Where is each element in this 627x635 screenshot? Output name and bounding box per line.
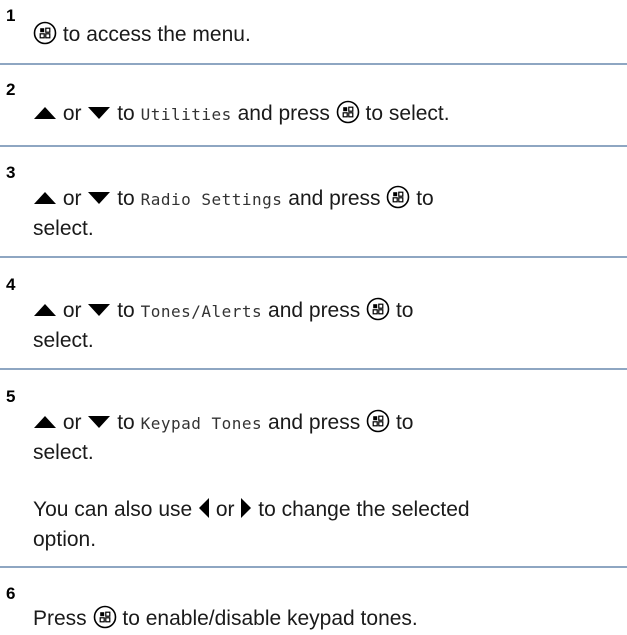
- step-text-continued: select.: [33, 324, 623, 357]
- menu-item-radio-settings: Radio Settings: [140, 190, 283, 209]
- instruction-text: to enable/disable keypad tones.: [122, 607, 418, 630]
- menu-item-utilities: Utilities: [140, 105, 232, 124]
- select-text: to select.: [365, 102, 450, 125]
- down-arrow-icon: [88, 304, 111, 316]
- up-arrow-icon: [34, 416, 56, 428]
- menu-ok-button-icon: [336, 100, 360, 124]
- to-text: to: [416, 187, 434, 210]
- or-text: or: [62, 102, 82, 125]
- or-text: or: [62, 187, 82, 210]
- step-text: or to Tones/Alerts and press to: [33, 294, 623, 328]
- down-arrow-icon: [88, 107, 111, 119]
- up-arrow-icon: [34, 192, 56, 204]
- step-text: or to Radio Settings and press to: [33, 182, 623, 216]
- up-arrow-icon: [34, 304, 56, 316]
- menu-ok-button-icon: [366, 409, 390, 433]
- select-text: select.: [33, 217, 94, 240]
- or-text: or: [215, 498, 235, 521]
- press-text: and press: [268, 299, 361, 322]
- divider: [0, 145, 627, 147]
- menu-item-tones-alerts: Tones/Alerts: [140, 302, 263, 321]
- left-arrow-icon: [199, 498, 210, 518]
- step-number: 5: [6, 387, 16, 406]
- note-text-c: option.: [33, 528, 97, 551]
- to-text: to: [117, 411, 135, 434]
- press-text: Press: [33, 607, 87, 630]
- menu-ok-button-icon: [366, 297, 390, 321]
- select-text: select.: [33, 329, 94, 352]
- step-text: Press to enable/disable keypad tones.: [33, 602, 623, 635]
- menu-ok-button-icon: [386, 185, 410, 209]
- press-text: and press: [237, 102, 330, 125]
- menu-item-keypad-tones: Keypad Tones: [140, 414, 263, 433]
- step-text: to access the menu.: [33, 18, 623, 51]
- press-text: and press: [288, 187, 381, 210]
- select-text: select.: [33, 441, 94, 464]
- step-text: or to Utilities and press to select.: [33, 97, 623, 131]
- instruction-text: to access the menu.: [62, 23, 251, 46]
- step-text: or to Keypad Tones and press to: [33, 406, 623, 440]
- step-number: 3: [6, 163, 16, 182]
- step-number: 1: [6, 6, 16, 25]
- right-arrow-icon: [241, 498, 252, 518]
- divider: [0, 256, 627, 258]
- divider: [0, 566, 627, 568]
- down-arrow-icon: [88, 192, 111, 204]
- divider: [0, 63, 627, 65]
- to-text: to: [395, 299, 414, 322]
- note-text-b: to change the selected: [258, 498, 470, 521]
- to-text: to: [117, 187, 135, 210]
- down-arrow-icon: [88, 416, 111, 428]
- note-text-continued: option.: [33, 523, 623, 556]
- up-arrow-icon: [34, 107, 56, 119]
- divider: [0, 368, 627, 370]
- menu-ok-button-icon: [93, 605, 117, 629]
- step-number: 2: [6, 80, 16, 99]
- step-number: 6: [6, 584, 16, 603]
- step-text-continued: select.: [33, 212, 623, 245]
- to-text: to: [117, 299, 135, 322]
- to-text: to: [117, 102, 135, 125]
- note-text: You can also use or to change the select…: [33, 493, 623, 526]
- note-text-a: You can also use: [33, 498, 193, 521]
- or-text: or: [62, 299, 82, 322]
- press-text: and press: [268, 411, 361, 434]
- to-text: to: [395, 411, 414, 434]
- menu-ok-button-icon: [33, 21, 57, 45]
- step-text-continued: select.: [33, 436, 623, 469]
- step-number: 4: [6, 275, 16, 294]
- or-text: or: [62, 411, 82, 434]
